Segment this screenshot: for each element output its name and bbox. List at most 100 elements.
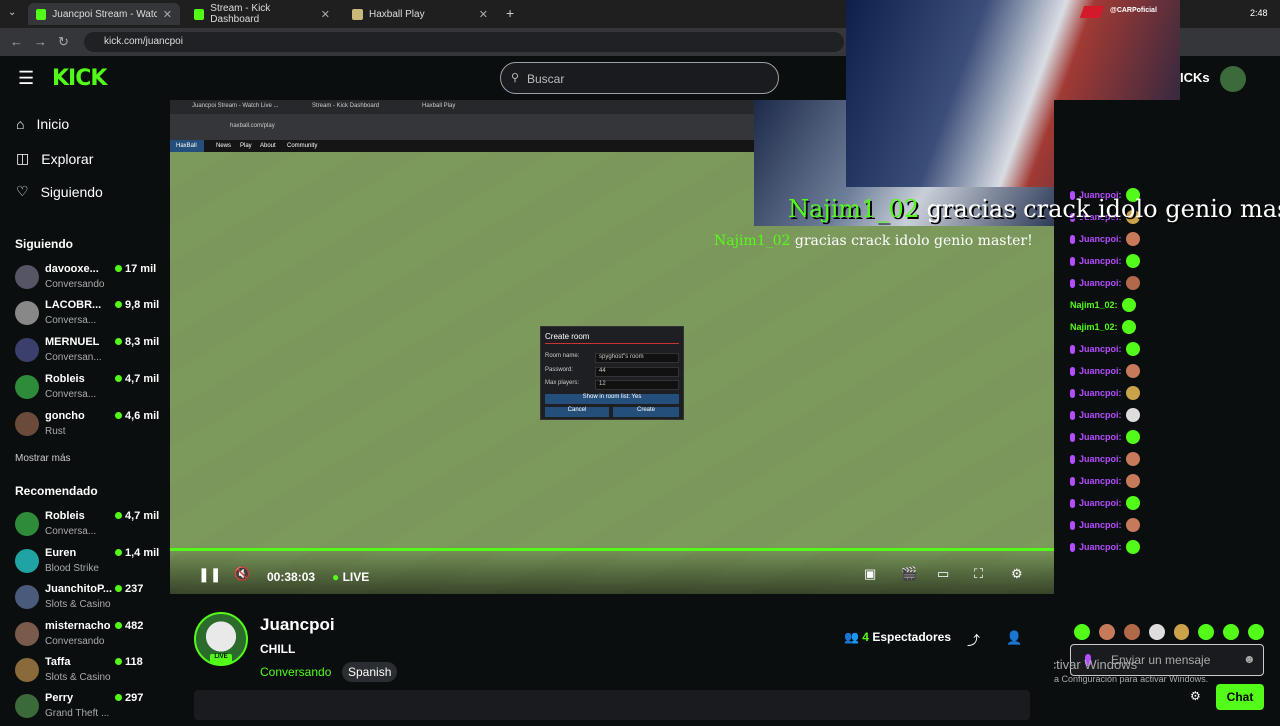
chat-username[interactable]: Juancpoi:	[1079, 278, 1122, 288]
stream-category-link[interactable]: Conversando	[260, 665, 331, 679]
channel-item[interactable]: MERNUEL Conversan... 8,3 mil	[15, 336, 165, 370]
kick-logo[interactable]: KICK	[52, 66, 107, 91]
channel-item[interactable]: misternacho Conversando 482	[15, 620, 165, 654]
pause-icon[interactable]: ❚❚	[198, 566, 221, 583]
haxball-nav-item: About	[260, 143, 276, 149]
channel-item[interactable]: davooxe... Conversando 17 mil	[15, 263, 165, 297]
menu-icon[interactable]: ☰	[18, 68, 34, 89]
pip-icon[interactable]: ▣	[864, 566, 876, 582]
chat-username[interactable]: Juancpoi:	[1079, 498, 1122, 508]
chat-username[interactable]: Najim1_02:	[1070, 300, 1118, 310]
close-icon[interactable]: ✕	[479, 8, 488, 21]
reload-icon[interactable]: ↻	[58, 34, 69, 50]
tab-title: Stream - Kick Dashboard	[210, 3, 271, 25]
back-icon[interactable]: ←	[10, 34, 23, 49]
search-icon: ⚲	[511, 72, 520, 84]
share-icon[interactable]: ⤴	[967, 630, 980, 649]
live-dot-icon	[115, 658, 122, 665]
add-user-icon[interactable]: 👤	[1006, 630, 1022, 646]
chat-settings-gear-icon[interactable]: ⚙	[1190, 689, 1201, 703]
sidebar-item-explorar[interactable]: ◫ Explorar	[16, 150, 93, 167]
avatar	[15, 301, 39, 325]
live-dot-icon	[115, 412, 122, 419]
emote-icon	[1121, 320, 1136, 334]
max-players-field: 12	[595, 380, 679, 390]
fullscreen-icon[interactable]: ⛶	[974, 566, 983, 582]
channel-item[interactable]: goncho Rust 4,6 mil	[15, 410, 165, 444]
emote-icon[interactable]	[1248, 624, 1264, 640]
channel-item[interactable]: JuanchitoP... Slots & Casino 237	[15, 583, 165, 617]
stream-title: CHILL	[260, 642, 296, 656]
browser-tab-kick[interactable]: Juancpoi Stream - Watch Live o ✕	[28, 3, 180, 25]
search-input[interactable]: ⚲ Buscar	[500, 62, 779, 94]
avatar	[15, 375, 39, 399]
live-dot-icon	[115, 585, 122, 592]
emote-icon	[1125, 386, 1140, 400]
haxball-favicon-icon	[352, 8, 363, 20]
chat-send-button[interactable]: Chat	[1216, 684, 1264, 710]
mute-icon[interactable]: 🔇	[234, 566, 250, 582]
cancel-button: Cancel	[545, 407, 609, 417]
chat-username[interactable]: Najim1_02:	[1070, 322, 1118, 332]
clip-icon[interactable]: 🎬	[901, 566, 917, 582]
emote-icon[interactable]	[1223, 624, 1240, 640]
show-more-link[interactable]: Mostrar más	[15, 453, 71, 464]
sidebar-item-siguiendo[interactable]: ♡ Siguiendo	[16, 183, 103, 200]
close-icon[interactable]: ✕	[163, 8, 172, 21]
browser-tab-dashboard[interactable]: Stream - Kick Dashboard ✕	[186, 3, 338, 25]
chat-message: Juancpoi:	[1070, 518, 1140, 532]
channel-name: Robleis	[45, 510, 85, 522]
emote-icon[interactable]	[1173, 624, 1190, 640]
viewer-count: 4,7 mil	[115, 510, 159, 522]
stream-tab-title: Juancpoi Stream - Watch Live ...	[192, 103, 279, 109]
chat-username[interactable]: Juancpoi:	[1079, 432, 1122, 442]
channel-item[interactable]: Taffa Slots & Casino 118	[15, 656, 165, 690]
chat-username[interactable]: Juancpoi:	[1079, 234, 1122, 244]
emote-icon	[1125, 232, 1140, 246]
chat-username[interactable]: Juancpoi:	[1079, 366, 1122, 376]
close-icon[interactable]: ✕	[321, 8, 330, 21]
chat-username[interactable]: Juancpoi:	[1079, 344, 1122, 354]
chat-message: Juancpoi:	[1070, 430, 1140, 444]
url-field[interactable]: kick.com/juancpoi	[84, 32, 844, 52]
browser-tab-haxball[interactable]: Haxball Play ✕	[344, 3, 496, 25]
language-tag[interactable]: Spanish	[342, 662, 398, 682]
chat-username[interactable]: Juancpoi:	[1079, 476, 1122, 486]
chat-username[interactable]: Juancpoi:	[1079, 542, 1122, 552]
emote-icon[interactable]	[1198, 624, 1215, 640]
channel-item[interactable]: LACOBR... Conversa... 9,8 mil	[15, 299, 165, 333]
channel-name: LACOBR...	[45, 299, 102, 311]
theater-mode-icon[interactable]: ▭	[937, 566, 949, 582]
channel-item[interactable]: Robleis Conversa... 4,7 mil	[15, 510, 165, 544]
search-placeholder: Buscar	[527, 72, 565, 86]
channel-name: misternacho	[45, 620, 111, 632]
emoji-picker-icon[interactable]: ☻	[1243, 652, 1256, 666]
new-tab-icon[interactable]: +	[506, 5, 514, 21]
viewer-count: 1,4 mil	[115, 547, 159, 559]
chat-username[interactable]: Juancpoi:	[1079, 410, 1122, 420]
forward-icon[interactable]: →	[34, 34, 47, 49]
kicks-button[interactable]: ICKs	[1180, 70, 1210, 85]
viewer-count: 297	[115, 692, 143, 704]
emote-icon[interactable]	[1123, 624, 1140, 640]
settings-gear-icon[interactable]: ⚙	[1011, 566, 1023, 582]
tab-search-icon[interactable]: ⌄	[8, 7, 16, 18]
channel-item[interactable]: Perry Grand Theft ... 297	[15, 692, 165, 726]
user-avatar[interactable]	[1220, 66, 1246, 92]
emote-icon[interactable]	[1074, 624, 1090, 640]
streamer-name[interactable]: Juancpoi	[260, 615, 335, 635]
emote-icon[interactable]	[1098, 624, 1115, 640]
progress-bar[interactable]	[170, 548, 1054, 551]
chat-username[interactable]: Juancpoi:	[1079, 520, 1122, 530]
sidebar-item-inicio[interactable]: ⌂ Inicio	[16, 116, 69, 132]
emote-icon[interactable]	[1148, 624, 1165, 640]
chat-username[interactable]: Juancpoi:	[1079, 256, 1122, 266]
channel-category: Conversando	[45, 279, 105, 290]
chat-username[interactable]: Juancpoi:	[1079, 388, 1122, 398]
chat-username[interactable]: Juancpoi:	[1079, 454, 1122, 464]
haxball-logo: HaxBall	[170, 140, 204, 152]
channel-item[interactable]: Robleis Conversa... 4,7 mil	[15, 373, 165, 407]
live-indicator: ● LIVE	[332, 570, 370, 584]
channel-item[interactable]: Euren Blood Strike 1,4 mil	[15, 547, 165, 581]
viewer-count: 👥 4 Espectadores	[844, 630, 952, 644]
